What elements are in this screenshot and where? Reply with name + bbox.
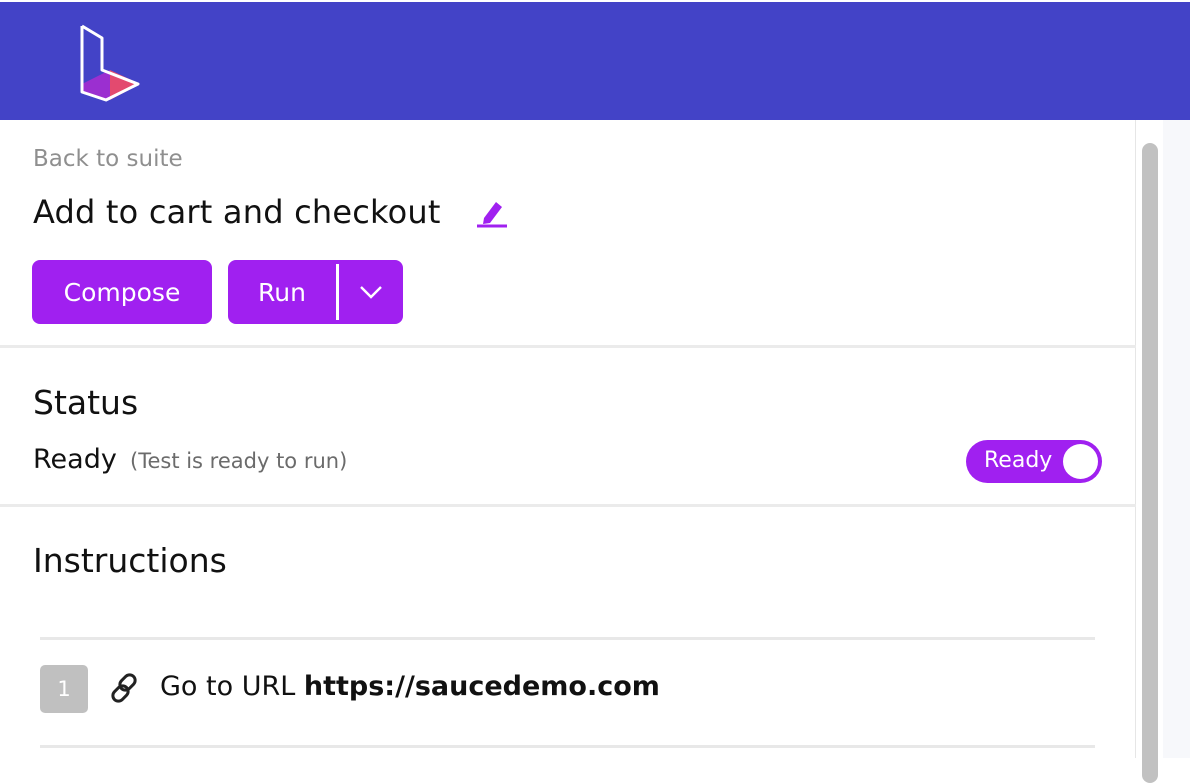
test-title: Add to cart and checkout (33, 193, 441, 231)
status-toggle[interactable]: Ready (966, 440, 1102, 483)
instruction-divider (40, 637, 1095, 640)
back-to-suite-link[interactable]: Back to suite (33, 146, 183, 172)
compose-button-label: Compose (63, 277, 181, 307)
pencil-icon[interactable] (476, 196, 508, 228)
step-url: https://saucedemo.com (303, 671, 660, 702)
status-heading: Status (33, 383, 139, 422)
run-button-group: Run (228, 260, 403, 324)
toggle-knob (1063, 444, 1098, 479)
scrollbar-thumb[interactable] (1142, 143, 1158, 783)
status-description: (Test is ready to run) (130, 449, 348, 473)
link-icon (111, 673, 137, 703)
section-divider (0, 504, 1136, 507)
step-action: Go to URL (160, 671, 296, 702)
app-logo-icon[interactable] (78, 22, 142, 104)
chevron-down-icon (360, 286, 382, 299)
section-divider (0, 345, 1136, 348)
run-button[interactable]: Run (228, 278, 336, 307)
status-value: Ready (33, 444, 117, 475)
step-text[interactable]: Go to URL https://saucedemo.com (160, 671, 660, 702)
right-gutter (1163, 120, 1190, 758)
instructions-heading: Instructions (33, 541, 227, 580)
step-number: 1 (40, 665, 88, 713)
top-bar (0, 0, 1190, 120)
instruction-divider (40, 745, 1095, 748)
compose-button[interactable]: Compose (32, 260, 212, 324)
status-toggle-label: Ready (984, 448, 1053, 473)
run-options-dropdown[interactable] (339, 260, 403, 324)
